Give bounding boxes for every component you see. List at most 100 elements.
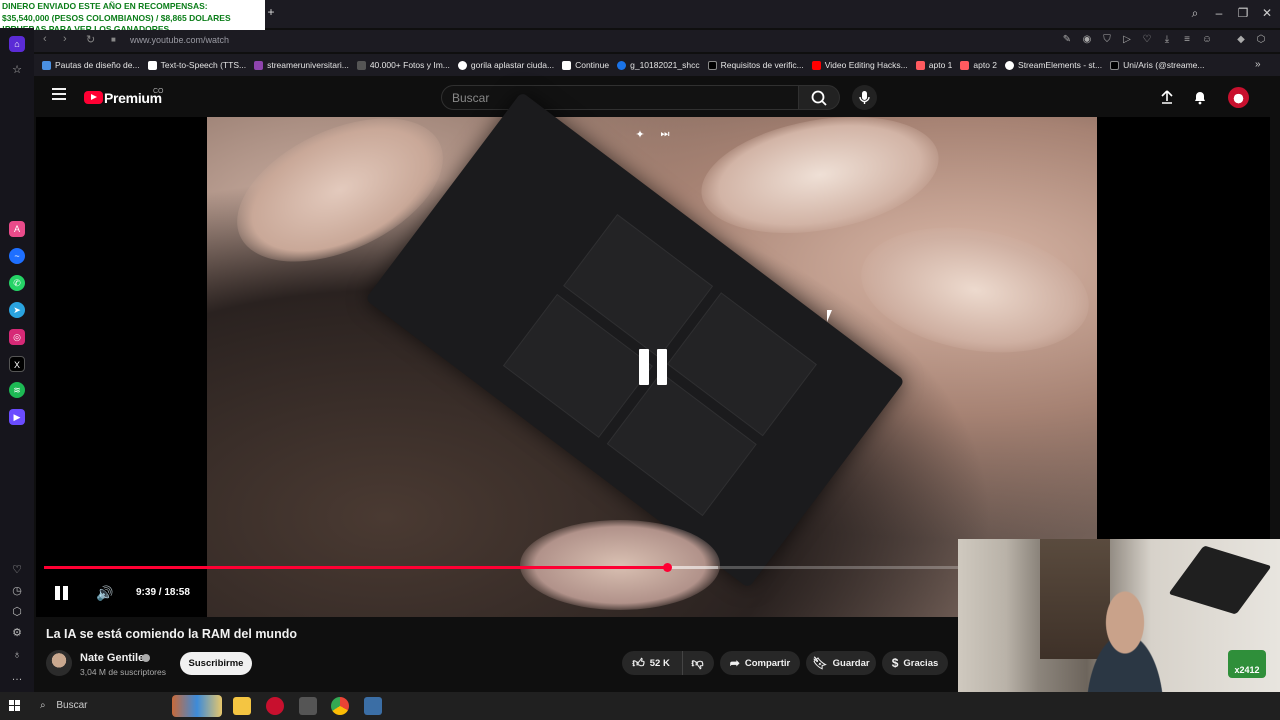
x-icon[interactable]: X — [9, 356, 25, 372]
home-icon[interactable]: ⌂ — [9, 36, 25, 52]
shield-icon[interactable]: ⛉ — [1100, 33, 1114, 47]
bookmark-item[interactable]: Continue — [562, 60, 609, 70]
opera-icon[interactable] — [266, 697, 284, 715]
minimize-icon[interactable]: – — [1210, 5, 1228, 21]
bookmark-item[interactable]: StreamElements - st... — [1005, 60, 1102, 70]
bookmark-item[interactable]: Text-to-Speech (TTS... — [147, 60, 246, 70]
forward-icon[interactable]: › — [63, 33, 67, 45]
bookmark-favicon-icon — [915, 60, 925, 70]
windows-start-icon[interactable] — [9, 700, 21, 712]
player-icon[interactable]: ▶ — [9, 409, 25, 425]
spotify-icon[interactable]: ≋ — [9, 382, 25, 398]
bookmark-item[interactable]: gorila aplastar ciuda... — [457, 60, 554, 70]
bookmark-label: g_10182021_shcc — [630, 60, 700, 70]
progress-played — [44, 566, 667, 569]
banner-line-1: DINERO ENVIADO ESTE AÑO EN RECOMPENSAS: — [2, 1, 208, 11]
heart-icon[interactable]: ♡ — [1140, 33, 1154, 47]
history-icon[interactable]: ◷ — [10, 584, 24, 598]
restore-icon[interactable]: ❐ — [1234, 5, 1252, 21]
skip-icon[interactable]: ⏭ — [657, 127, 673, 143]
bookmark-item[interactable]: Video Editing Hacks... — [811, 60, 908, 70]
search-button[interactable] — [798, 85, 840, 110]
heart-icon[interactable]: ♡ — [10, 563, 24, 577]
youtube-logo-icon[interactable] — [84, 91, 103, 104]
volume-icon[interactable]: 🔊 — [96, 584, 114, 602]
search-icon: ⌕ — [40, 700, 46, 711]
chrome-icon[interactable] — [331, 697, 349, 715]
search-input[interactable] — [452, 91, 782, 105]
instagram-icon[interactable]: ◎ — [9, 329, 25, 345]
menu-lines-icon[interactable]: ≡ — [1180, 33, 1194, 47]
bookmark-item[interactable]: g_10182021_shcc — [617, 60, 700, 70]
like-count: 52 K — [649, 657, 670, 669]
upload-icon[interactable] — [1159, 89, 1175, 105]
notifications-bell-icon[interactable] — [1192, 89, 1208, 105]
bookmark-item[interactable]: apto 2 — [960, 60, 997, 70]
settings-icon[interactable]: ⚙ — [10, 626, 24, 640]
search-tabs-icon[interactable]: ⌕ — [1186, 5, 1204, 21]
search-box[interactable] — [441, 85, 799, 110]
time-display: 9:39 / 18:58 — [136, 587, 190, 598]
messenger-icon[interactable]: ~ — [9, 248, 25, 264]
reload-icon[interactable]: ↻ — [86, 33, 95, 46]
webcam-badge: x2412 — [1228, 650, 1266, 678]
dislike-button[interactable]: 👎︎ — [682, 651, 712, 675]
voice-search-button[interactable] — [852, 85, 877, 110]
app-icon[interactable] — [299, 697, 317, 715]
box-icon[interactable]: ⬡ — [10, 605, 24, 619]
subscriber-count: 3,04 M de suscriptores — [80, 667, 166, 677]
close-icon[interactable]: ✕ — [1258, 5, 1276, 21]
app-icon[interactable] — [364, 697, 382, 715]
share-button[interactable]: ➦ Compartir — [720, 651, 800, 675]
back-icon[interactable]: ‹ — [43, 33, 47, 45]
aria-icon[interactable]: A — [9, 221, 25, 237]
download-icon[interactable]: ⤓ — [1160, 33, 1174, 47]
bulb-icon[interactable]: ♁ — [10, 648, 24, 662]
bookmark-label: Pautas de diseño de... — [55, 60, 140, 70]
edit-icon[interactable]: ✎ — [1060, 33, 1074, 47]
play-icon[interactable]: ▷ — [1120, 33, 1134, 47]
more-icon[interactable]: … — [10, 670, 24, 684]
file-explorer-icon[interactable] — [233, 697, 251, 715]
extension-icon[interactable]: ◆ — [1234, 33, 1248, 47]
camera-icon[interactable]: ◉ — [1080, 33, 1094, 47]
bookmark-item[interactable]: Uni/Aris (@streame... — [1110, 60, 1205, 70]
bookmark-item[interactable]: Pautas de diseño de... — [42, 60, 140, 70]
channel-name[interactable]: Nate Gentile — [80, 652, 144, 664]
thumbs-down-icon: 👎︎ — [691, 655, 704, 670]
bookmark-favicon-icon — [457, 60, 467, 70]
mouse-cursor-icon — [827, 310, 837, 322]
bookmark-favicon-icon — [960, 60, 970, 70]
subscribe-button[interactable]: Suscribirme — [180, 652, 252, 675]
search-highlight-image — [172, 695, 222, 717]
whatsapp-icon[interactable]: ✆ — [9, 275, 25, 291]
star-icon[interactable]: ☆ — [10, 63, 24, 77]
save-label: Guardar — [832, 657, 870, 669]
url-field[interactable]: www.youtube.com/watch — [130, 35, 229, 45]
bookmark-item[interactable]: 40.000+ Fotos y Im... — [356, 60, 450, 70]
hamburger-menu-icon[interactable] — [52, 88, 66, 100]
bookmark-item[interactable]: Requisitos de verific... — [707, 60, 804, 70]
new-tab-button[interactable]: + — [265, 6, 277, 18]
video-content-finger — [520, 520, 720, 610]
thanks-button[interactable]: $ Gracias — [882, 651, 948, 675]
pause-button[interactable] — [53, 584, 71, 602]
telegram-icon[interactable]: ➤ — [9, 302, 25, 318]
bookmark-item[interactable]: streameruniversitari... — [254, 60, 349, 70]
profile-icon[interactable]: ☺ — [1200, 33, 1214, 47]
bookmark-favicon-icon — [562, 60, 572, 70]
bookmarks-more-icon[interactable]: » — [1255, 59, 1261, 70]
progress-scrubber-handle[interactable] — [662, 563, 672, 572]
bookmark-favicon-icon — [707, 60, 717, 70]
settings-icon[interactable]: ⬡ — [1254, 33, 1268, 47]
bookmark-label: 40.000+ Fotos y Im... — [369, 60, 450, 70]
channel-avatar[interactable] — [46, 650, 72, 676]
bookmark-item[interactable]: apto 1 — [915, 60, 952, 70]
country-code: CO — [153, 88, 164, 95]
microphone-icon — [859, 91, 870, 104]
account-avatar[interactable] — [1228, 87, 1249, 108]
save-button[interactable]: 🔖︎ Guardar — [806, 651, 876, 675]
autoplay-sparkle-icon[interactable]: ✦ — [632, 127, 648, 143]
like-button[interactable]: 👍︎ 52 K — [622, 651, 680, 675]
super-thanks-icon: $ — [891, 656, 899, 670]
